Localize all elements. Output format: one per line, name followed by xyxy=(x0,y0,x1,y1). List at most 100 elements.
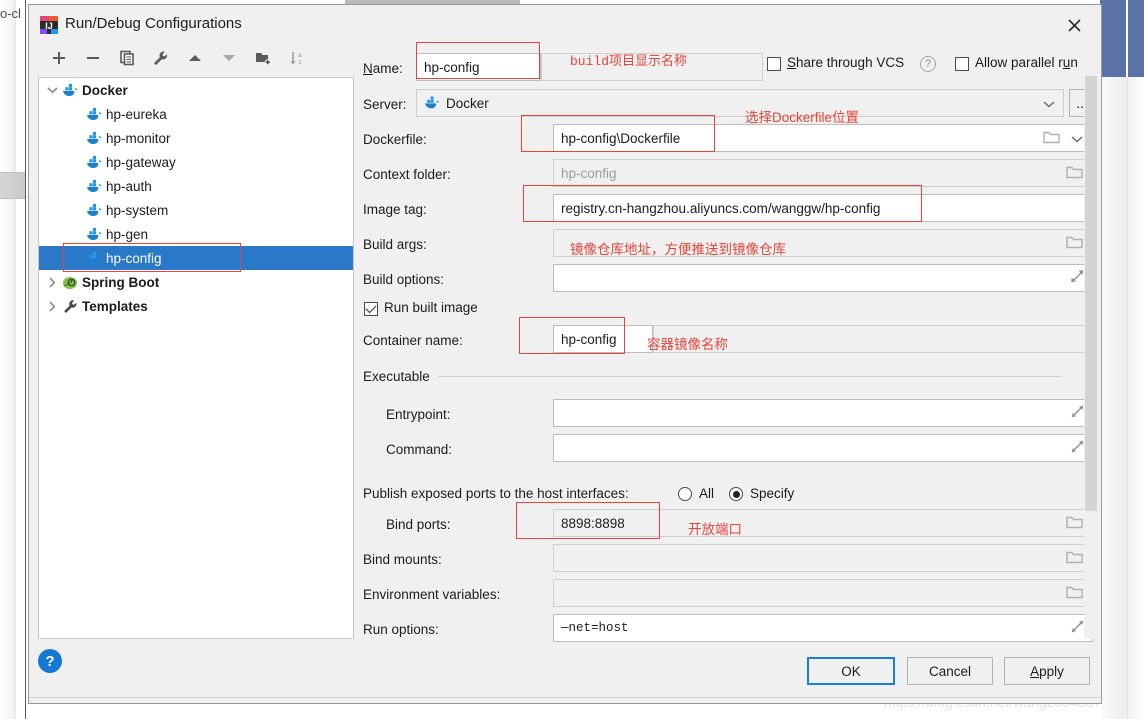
share-through-vcs-checkbox[interactable] xyxy=(767,57,781,71)
build-args-folder-icon[interactable] xyxy=(1066,235,1083,252)
sort-alphabetically-icon[interactable]: a z xyxy=(284,45,310,71)
dockerfile-input[interactable]: hp-config\Dockerfile xyxy=(553,124,1093,152)
tree-item-hp-gen[interactable]: hp-gen xyxy=(39,222,353,246)
tree-item-label: Templates xyxy=(82,298,148,314)
run-built-image-label: Run built image xyxy=(384,300,478,315)
intellij-idea-icon: IJ xyxy=(40,16,58,34)
entrypoint-input[interactable] xyxy=(553,399,1093,427)
bind-mounts-label: Bind mounts: xyxy=(363,552,442,567)
tree-item-hp-monitor[interactable]: hp-monitor xyxy=(39,126,353,150)
form-scrollbar-thumb[interactable] xyxy=(1085,76,1097,511)
tree-item-templates[interactable]: Templates xyxy=(39,294,353,318)
command-label: Command: xyxy=(386,442,453,457)
svg-text:IJ: IJ xyxy=(45,21,53,31)
environment-variables-label: Environment variables: xyxy=(363,587,501,602)
bind-ports-folder-icon[interactable] xyxy=(1066,515,1083,532)
docker-icon xyxy=(85,129,103,147)
tree-item-label: hp-eureka xyxy=(106,106,167,122)
image-tag-input[interactable]: registry.cn-hangzhou.aliyuncs.com/wanggw… xyxy=(553,194,1093,222)
tree-item-hp-eureka[interactable]: hp-eureka xyxy=(39,102,353,126)
spring-icon xyxy=(61,273,79,291)
allow-parallel-run-checkbox[interactable] xyxy=(955,57,969,71)
build-options-input[interactable] xyxy=(553,264,1093,292)
annotation-build-name: build项目显示名称 xyxy=(570,54,688,69)
publish-specify-radio[interactable] xyxy=(729,487,743,501)
copy-icon[interactable] xyxy=(114,45,140,71)
server-combobox[interactable]: Docker xyxy=(416,89,1064,117)
entrypoint-label: Entrypoint: xyxy=(386,407,451,422)
environment-variables-input[interactable] xyxy=(553,579,1093,607)
new-folder-icon[interactable] xyxy=(250,45,276,71)
wrench-icon[interactable] xyxy=(148,45,174,71)
add-icon[interactable] xyxy=(46,45,72,71)
configurations-tree[interactable]: Docker hp-eureka hp-monitor hp-gateway hp-au… xyxy=(38,77,354,639)
run-debug-configurations-dialog: IJ Run/Debug Configurations a z Docker h… xyxy=(28,4,1103,704)
command-expand-icon[interactable] xyxy=(1071,440,1084,456)
docker-icon xyxy=(85,105,103,123)
context-folder-icon[interactable] xyxy=(1066,165,1083,182)
svg-text:z: z xyxy=(298,59,301,66)
tree-item-hp-system[interactable]: hp-system xyxy=(39,198,353,222)
run-built-image-checkbox[interactable] xyxy=(364,302,378,316)
configurations-toolbar: a z xyxy=(38,43,354,75)
move-down-icon[interactable] xyxy=(216,45,242,71)
image-tag-label: Image tag: xyxy=(363,202,427,217)
tree-item-docker[interactable]: Docker xyxy=(39,78,353,102)
publish-all-radio[interactable] xyxy=(678,487,692,501)
share-through-vcs-label: Share through VCS xyxy=(787,55,905,70)
context-folder-placeholder: hp-config xyxy=(561,165,617,181)
docker-icon xyxy=(424,96,440,110)
docker-icon xyxy=(61,81,79,99)
apply-button[interactable]: Apply xyxy=(1004,657,1090,685)
ok-button[interactable]: OK xyxy=(807,657,895,685)
expand-icon[interactable] xyxy=(1071,270,1084,286)
dockerfile-label: Dockerfile: xyxy=(363,132,427,147)
command-input[interactable] xyxy=(553,434,1093,462)
help-button[interactable]: ? xyxy=(38,649,62,673)
chevron-right-icon[interactable] xyxy=(43,294,61,318)
annotation-container-name: 容器镜像名称 xyxy=(647,337,728,352)
tree-item-hp-config[interactable]: hp-config xyxy=(39,246,353,270)
background-left-highlight xyxy=(0,172,26,199)
share-vcs-help-icon[interactable]: ? xyxy=(920,56,936,72)
env-vars-folder-icon[interactable] xyxy=(1066,585,1083,602)
container-name-input[interactable]: hp-config xyxy=(553,325,653,353)
dockerfile-chevron-down-icon[interactable] xyxy=(1071,131,1083,146)
chevron-right-icon[interactable] xyxy=(43,270,61,294)
bind-mounts-input[interactable] xyxy=(553,544,1093,572)
cancel-button[interactable]: Cancel xyxy=(907,657,993,685)
context-folder-label: Context folder: xyxy=(363,167,451,182)
annotation-expose-port: 开放端口 xyxy=(688,522,742,537)
tree-item-hp-auth[interactable]: hp-auth xyxy=(39,174,353,198)
name-input[interactable]: hp-config xyxy=(416,53,541,81)
cancel-button-label: Cancel xyxy=(928,663,972,679)
tree-item-hp-gateway[interactable]: hp-gateway xyxy=(39,150,353,174)
close-icon[interactable] xyxy=(1059,13,1089,37)
server-value: Docker xyxy=(446,95,489,111)
entrypoint-expand-icon[interactable] xyxy=(1071,405,1084,421)
context-folder-input[interactable]: hp-config xyxy=(553,159,1093,187)
chevron-down-icon[interactable] xyxy=(1043,96,1055,111)
dialog-title: Run/Debug Configurations xyxy=(65,15,242,32)
wrench-icon xyxy=(61,297,79,315)
run-options-input[interactable]: —net=host xyxy=(553,614,1093,642)
remove-icon[interactable] xyxy=(80,45,106,71)
executable-section-header: Executable xyxy=(363,369,1061,384)
background-left-divider xyxy=(25,0,26,719)
tree-item-label: hp-gateway xyxy=(106,154,176,170)
bind-ports-input[interactable]: 8898:8898 xyxy=(553,509,1093,537)
run-options-value: —net=host xyxy=(561,621,629,635)
bind-mounts-folder-icon[interactable] xyxy=(1066,550,1083,567)
tree-item-label: Docker xyxy=(82,82,128,98)
bind-ports-label: Bind ports: xyxy=(386,517,451,532)
tree-item-spring-boot[interactable]: Spring Boot xyxy=(39,270,353,294)
build-args-label: Build args: xyxy=(363,237,427,252)
chevron-down-icon[interactable] xyxy=(43,78,61,102)
folder-icon[interactable] xyxy=(1043,130,1060,147)
move-up-icon[interactable] xyxy=(182,45,208,71)
run-options-expand-icon[interactable] xyxy=(1071,620,1084,636)
